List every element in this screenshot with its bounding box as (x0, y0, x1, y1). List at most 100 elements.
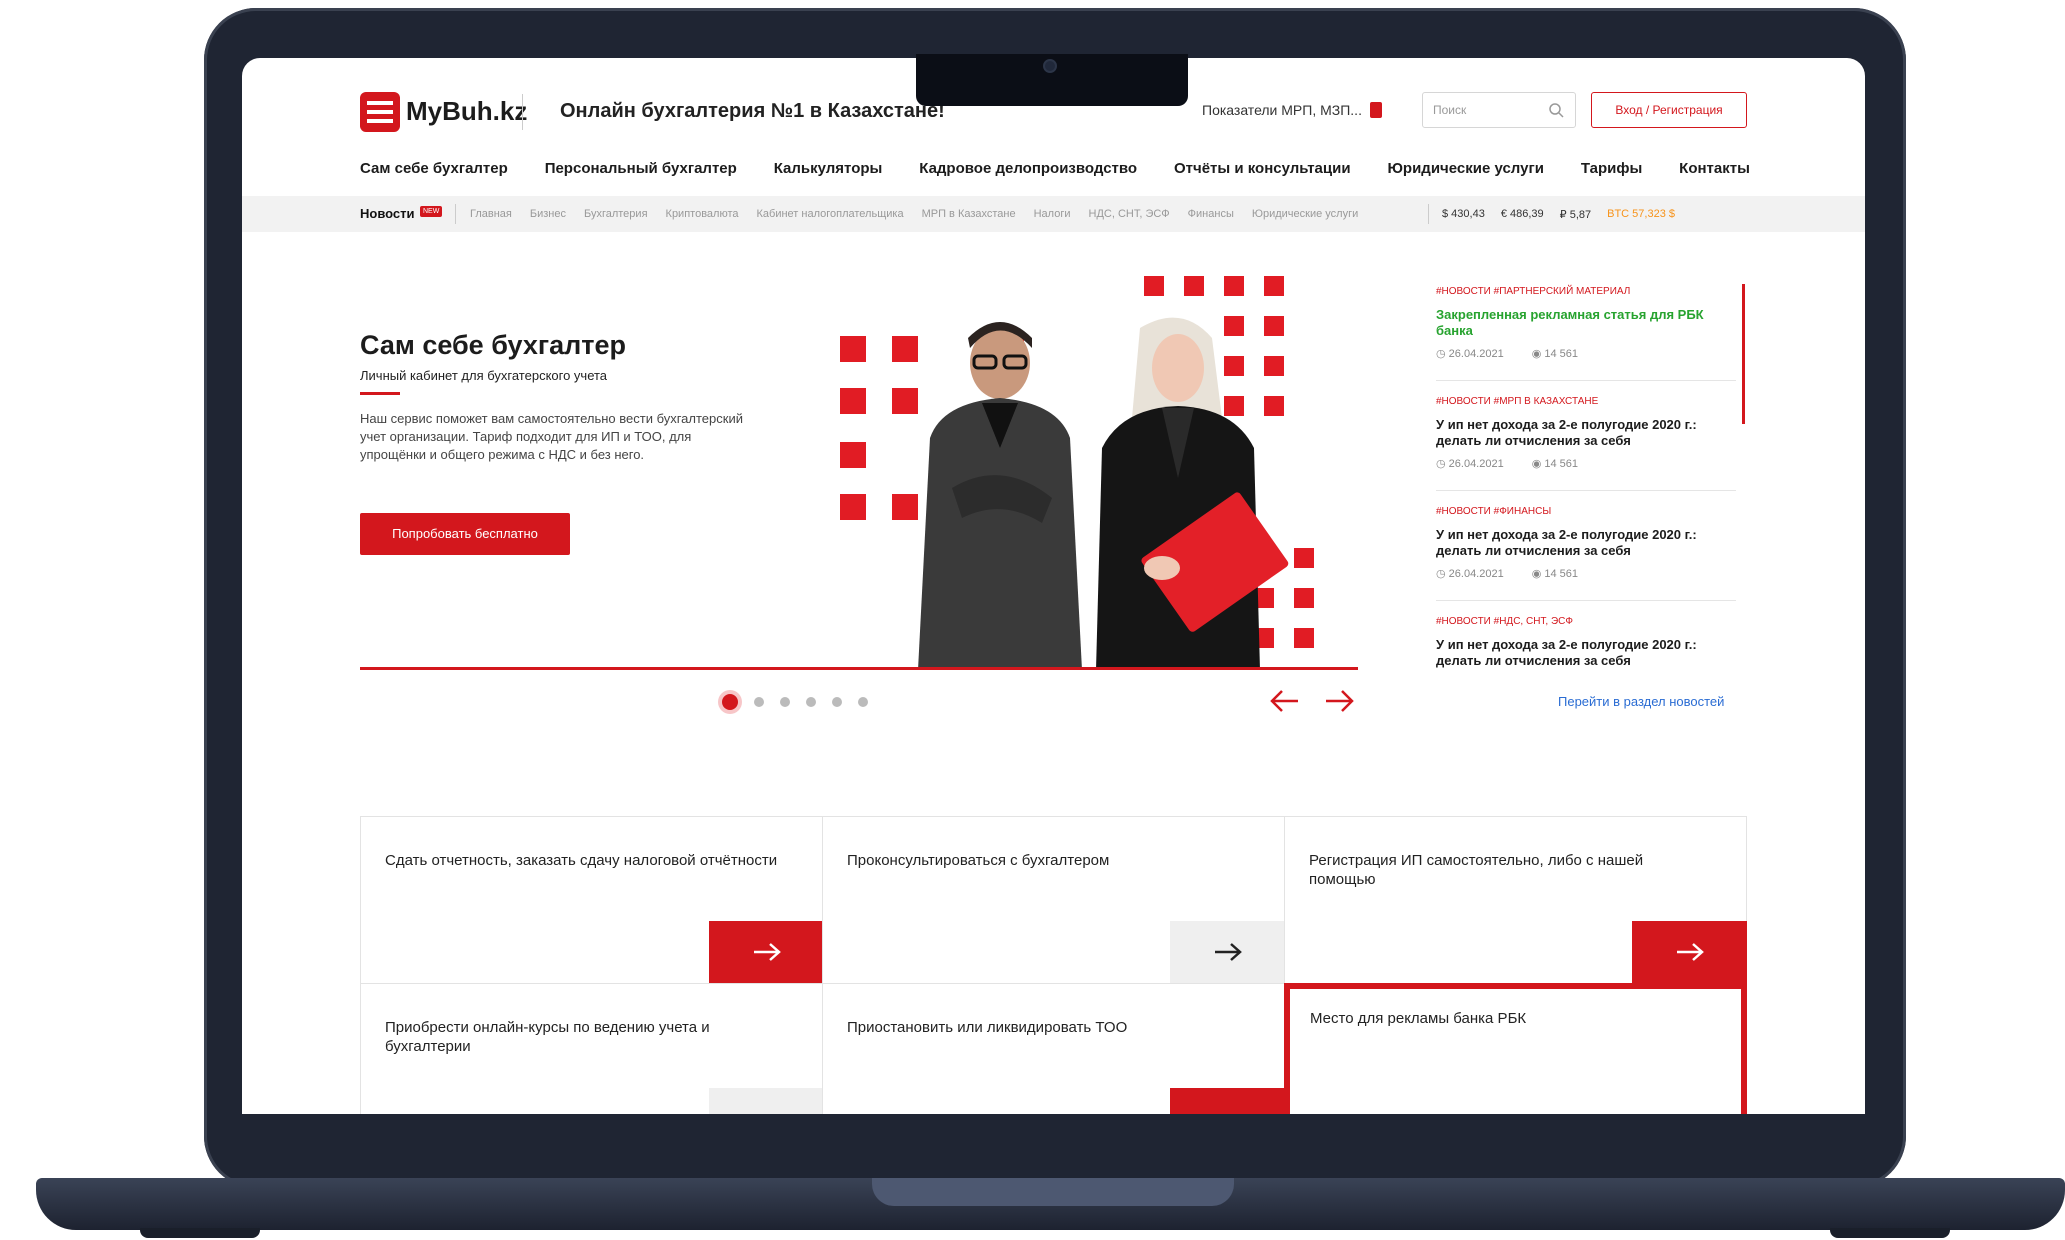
people-photo (918, 317, 1289, 670)
document-icon[interactable] (1370, 102, 1382, 118)
arrow-left-icon[interactable] (1268, 686, 1302, 716)
news-tags[interactable]: #НОВОСТИ #МРП В КАЗАХСТАНЕ (1436, 396, 1736, 407)
news-divider (1436, 490, 1736, 491)
rate-eur: € 486,39 (1500, 208, 1544, 220)
rate-rub: ₽ 5,87 (1559, 209, 1592, 221)
slider-dot[interactable] (780, 697, 790, 707)
card-arrow-button[interactable] (1170, 1088, 1285, 1114)
service-card[interactable]: Приобрести онлайн-курсы по ведению учета… (360, 983, 824, 1114)
try-free-button[interactable]: Попробовать бесплатно (360, 513, 570, 555)
tagline: Онлайн бухгалтерия №1 в Казахстане! (560, 100, 945, 122)
news-date: 26.04.2021 (1448, 568, 1504, 580)
slider-dot[interactable] (858, 697, 868, 707)
header-divider (522, 94, 523, 130)
news-category[interactable]: Кабинет налогоплательщика (757, 208, 904, 220)
nav-item-self-accountant[interactable]: Сам себе бухгалтер (360, 160, 508, 177)
login-button[interactable]: Вход / Регистрация (1591, 92, 1747, 128)
slider-dots (722, 694, 868, 710)
news-tags[interactable]: #НОВОСТИ #ПАРТНЕРСКИЙ МАТЕРИАЛ (1436, 286, 1736, 297)
eye-icon: ◉ 14 561 (1531, 568, 1579, 580)
nav-item-reports[interactable]: Отчёты и консультации (1174, 160, 1351, 177)
news-scrollbar[interactable] (1742, 284, 1745, 424)
arrow-right-icon[interactable] (1322, 686, 1356, 716)
card-text: Регистрация ИП самостоятельно, либо с на… (1309, 852, 1644, 888)
decor-square (1224, 276, 1244, 296)
mrp-link[interactable]: Показатели МРП, МЗП... (1202, 102, 1362, 118)
slider-dot[interactable] (722, 694, 738, 710)
slider-dot[interactable] (806, 697, 816, 707)
news-category[interactable]: Финансы (1188, 208, 1234, 220)
decor-square (840, 336, 866, 362)
card-text: Приостановить или ликвидировать ТОО (847, 1019, 1128, 1036)
news-category[interactable]: Бухгалтерия (584, 208, 648, 220)
all-news-link[interactable]: Перейти в раздел новостей (1558, 694, 1724, 709)
slider-dot[interactable] (754, 697, 764, 707)
laptop-foot-right (1830, 1228, 1950, 1238)
decor-square (840, 494, 866, 520)
service-card[interactable]: Проконсультироваться с бухгалтером (822, 816, 1285, 984)
nav-item-legal[interactable]: Юридические услуги (1387, 160, 1543, 177)
nav-item-contacts[interactable]: Контакты (1679, 160, 1750, 177)
card-arrow-button[interactable] (709, 1088, 824, 1114)
news-headline[interactable]: Закрепленная рекламная статья для РБК ба… (1436, 307, 1736, 339)
new-badge: NEW (420, 206, 443, 217)
currency-rates: $ 430,43 € 486,39 ₽ 5,87 BTC 57,323 $ (1442, 208, 1675, 221)
card-arrow-button[interactable] (1170, 921, 1285, 983)
news-item[interactable]: #НОВОСТИ #ПАРТНЕРСКИЙ МАТЕРИАЛ Закреплен… (1436, 286, 1736, 360)
news-meta: ◷ 26.04.2021 ◉ 14 561 (1436, 457, 1736, 470)
news-category[interactable]: Криптовалюта (666, 208, 739, 220)
news-category[interactable]: Бизнес (530, 208, 566, 220)
logo-text[interactable]: MyBuh.kz (406, 96, 527, 127)
arrow-right-icon (1676, 943, 1704, 961)
decor-square (840, 442, 866, 468)
news-category[interactable]: Налоги (1034, 208, 1071, 220)
service-card[interactable]: Сдать отчетность, заказать сдачу налогов… (360, 816, 824, 984)
news-category[interactable]: НДС, СНТ, ЭСФ (1089, 208, 1170, 220)
news-category[interactable]: МРП в Казахстане (922, 208, 1016, 220)
news-tags[interactable]: #НОВОСТИ #ФИНАНСЫ (1436, 506, 1736, 517)
card-text: Проконсультироваться с бухгалтером (847, 852, 1110, 869)
slider-dot[interactable] (832, 697, 842, 707)
news-views: 14 561 (1544, 348, 1579, 360)
rate-btc: BTC 57,323 $ (1607, 208, 1675, 220)
eye-icon: ◉ 14 561 (1531, 458, 1579, 470)
news-meta: ◷ 26.04.2021 ◉ 14 561 (1436, 567, 1736, 580)
clock-icon: ◷ 26.04.2021 (1436, 458, 1504, 470)
nav-item-tariffs[interactable]: Тарифы (1581, 160, 1642, 177)
laptop-foot-left (140, 1228, 260, 1238)
decor-square (840, 388, 866, 414)
rate-usd: $ 430,43 (1442, 208, 1485, 220)
news-headline[interactable]: У ип нет дохода за 2-е полугодие 2020 г.… (1436, 417, 1736, 449)
nav-item-calculators[interactable]: Калькуляторы (774, 160, 883, 177)
news-item[interactable]: #НОВОСТИ #ФИНАНСЫ У ип нет дохода за 2-е… (1436, 506, 1736, 580)
hero-title: Сам себе бухгалтер (360, 330, 627, 360)
news-headline[interactable]: У ип нет дохода за 2-е полугодие 2020 г.… (1436, 527, 1736, 559)
news-item[interactable]: #НОВОСТИ #НДС, СНТ, ЭСФ У ип нет дохода … (1436, 616, 1736, 669)
news-bar-title[interactable]: Новости (360, 206, 415, 221)
news-category[interactable]: Главная (470, 208, 512, 220)
ad-placeholder-card[interactable]: Место для рекламы банка РБК (1284, 983, 1747, 1114)
news-item[interactable]: #НОВОСТИ #МРП В КАЗАХСТАНЕ У ип нет дохо… (1436, 396, 1736, 470)
decor-square (1264, 276, 1284, 296)
logo-icon[interactable] (360, 92, 400, 132)
news-views: 14 561 (1544, 568, 1579, 580)
nav-item-personal-accountant[interactable]: Персональный бухгалтер (545, 160, 737, 177)
hero-subtitle: Личный кабинет для бухгатерского учета (360, 368, 608, 383)
nav-item-hr[interactable]: Кадровое делопроизводство (919, 160, 1137, 177)
camera-icon (1043, 59, 1057, 73)
main-nav: Сам себе бухгалтер Персональный бухгалте… (360, 160, 1750, 177)
news-date: 26.04.2021 (1448, 348, 1504, 360)
arrow-right-icon (753, 943, 781, 961)
card-text: Сдать отчетность, заказать сдачу налогов… (385, 852, 778, 869)
news-divider (1436, 600, 1736, 601)
service-card[interactable]: Регистрация ИП самостоятельно, либо с на… (1284, 816, 1747, 984)
news-headline[interactable]: У ип нет дохода за 2-е полугодие 2020 г.… (1436, 637, 1736, 669)
card-arrow-button[interactable] (1632, 921, 1747, 983)
card-arrow-button[interactable] (709, 921, 824, 983)
search-icon[interactable] (1548, 102, 1564, 118)
news-categories: Главная Бизнес Бухгалтерия Криптовалюта … (470, 208, 1358, 220)
service-card[interactable]: Приостановить или ликвидировать ТОО (822, 983, 1285, 1114)
news-category[interactable]: Юридические услуги (1252, 208, 1358, 220)
news-tags[interactable]: #НОВОСТИ #НДС, СНТ, ЭСФ (1436, 616, 1736, 627)
ad-text: Место для рекламы банка РБК (1310, 1010, 1527, 1027)
